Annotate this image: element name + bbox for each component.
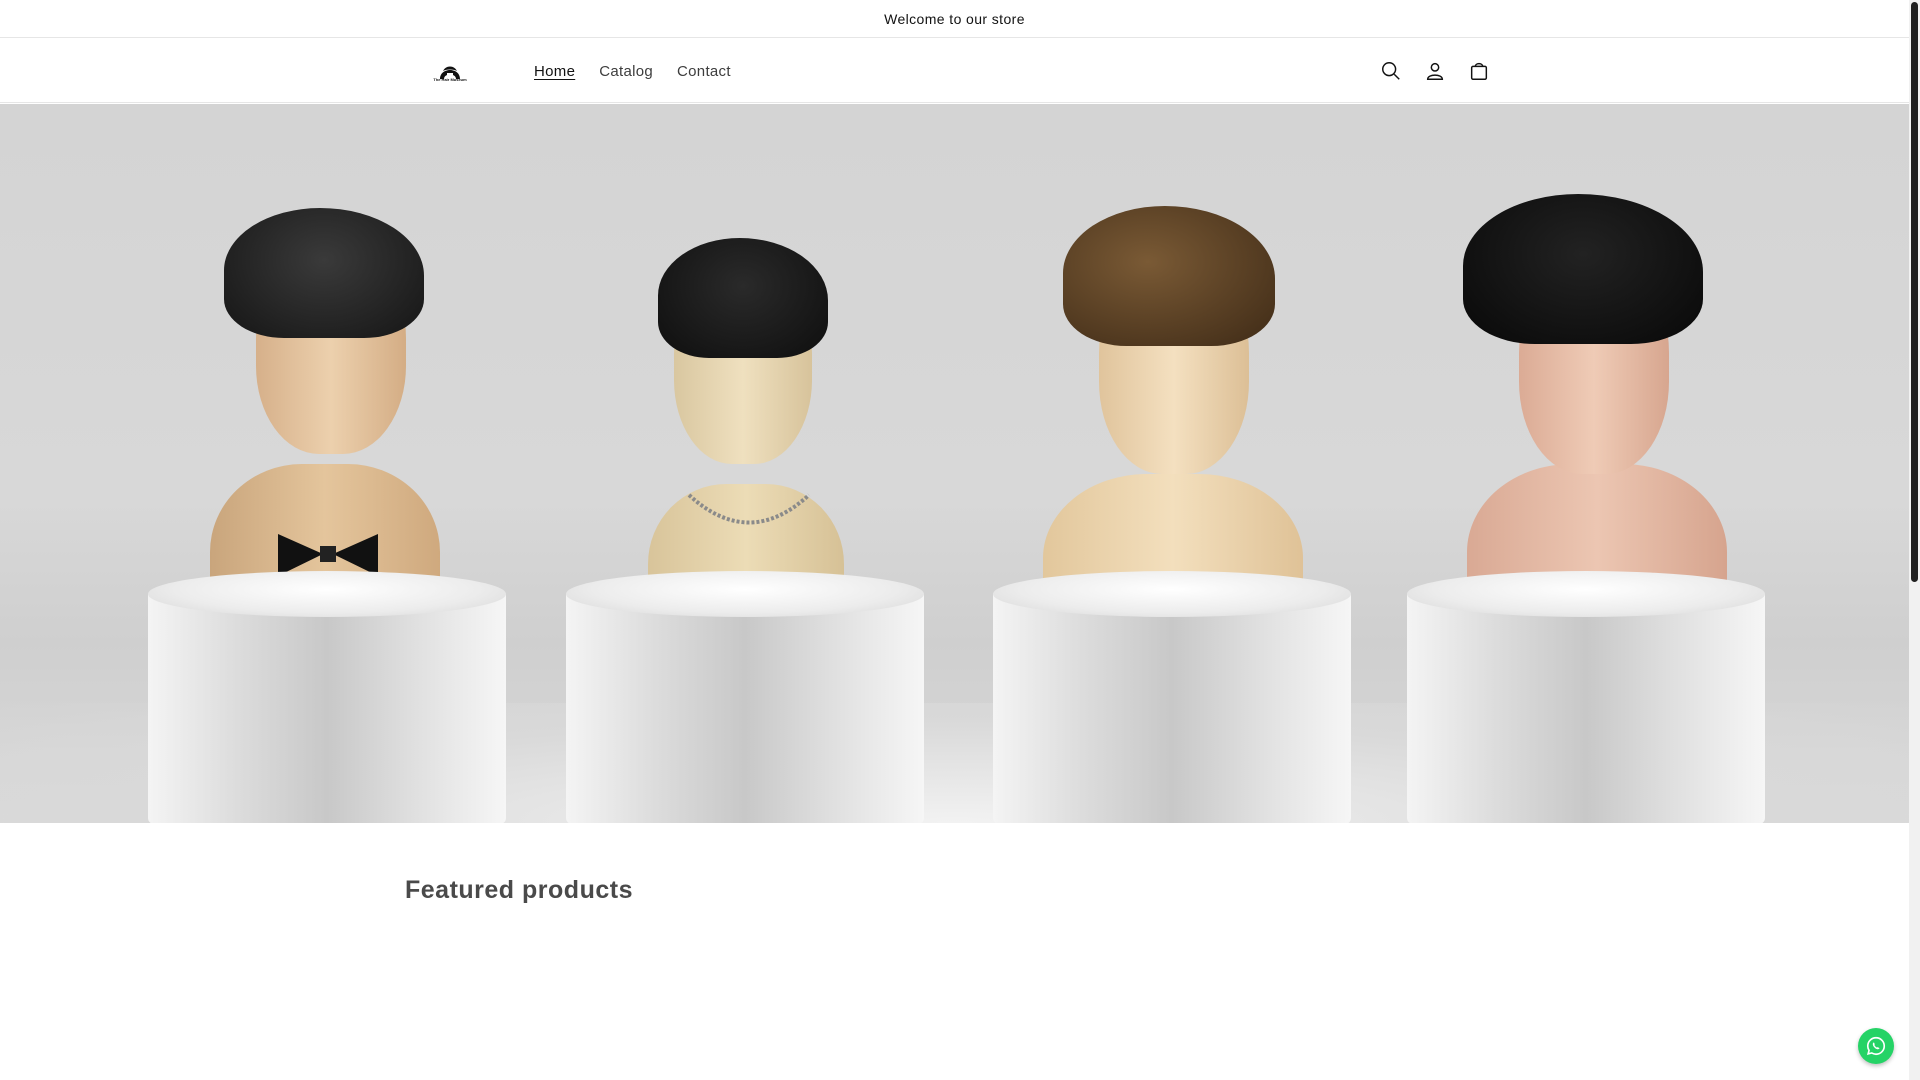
mannequin-dark-hair	[1407, 164, 1767, 823]
announcement-text: Welcome to our store	[884, 10, 1025, 27]
main-nav: Home Catalog Contact	[522, 39, 743, 103]
featured-products-title: Featured products	[405, 876, 633, 904]
mannequin-necklace	[566, 164, 926, 823]
page-scrollbar[interactable]	[1909, 0, 1920, 1080]
nav-catalog-link[interactable]: Catalog	[587, 63, 665, 80]
account-icon[interactable]	[1422, 58, 1448, 84]
nav-home-link[interactable]: Home	[522, 63, 587, 80]
scrollbar-thumb[interactable]	[1911, 2, 1918, 582]
mannequin-brown-hair	[993, 164, 1353, 823]
nav-contact-link[interactable]: Contact	[665, 63, 743, 80]
header-icons	[1378, 39, 1492, 103]
hero-banner[interactable]	[0, 104, 1909, 823]
mannequin-bowtie	[148, 164, 508, 823]
logo-text: The Hair Museum	[433, 77, 467, 82]
announcement-bar: Welcome to our store	[0, 0, 1909, 38]
cart-icon[interactable]	[1466, 58, 1492, 84]
search-icon[interactable]	[1378, 58, 1404, 84]
site-header: The Hair Museum Home Catalog Contact	[0, 39, 1909, 103]
whatsapp-icon[interactable]	[1858, 1028, 1894, 1064]
